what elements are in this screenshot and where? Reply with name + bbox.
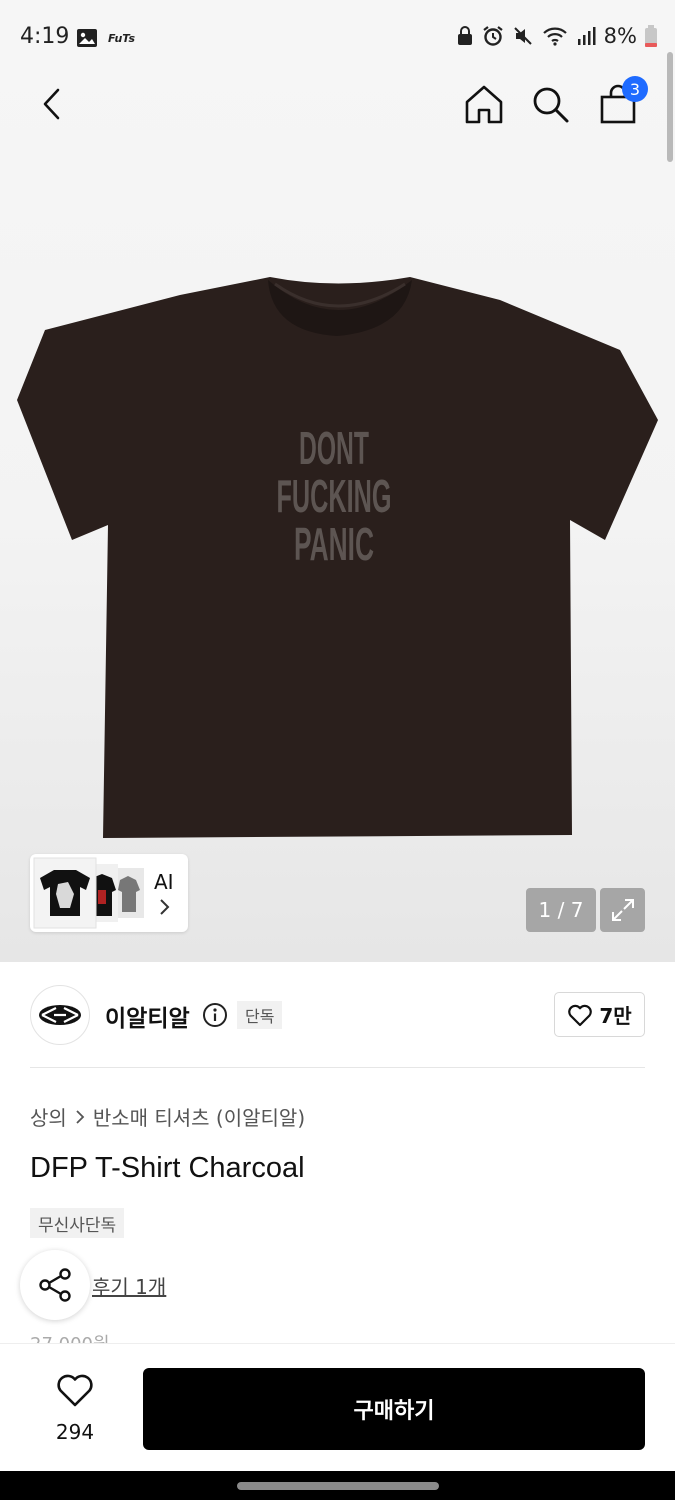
status-bar: 4:19 FuTs 8% (0, 0, 675, 78)
ai-label: AI (154, 870, 174, 894)
alarm-icon (483, 26, 503, 46)
back-button[interactable] (28, 78, 76, 130)
shirt-print-line-3: PANIC (294, 518, 374, 570)
brand-name[interactable]: 이알티알 (105, 999, 190, 1033)
bottom-purchase-bar: 294 구매하기 (0, 1343, 675, 1471)
search-button[interactable] (526, 78, 574, 130)
chevron-right-icon (76, 1109, 85, 1124)
brand-logo-mark (39, 1005, 81, 1025)
breadcrumb-category[interactable]: 상의 (30, 1102, 67, 1131)
breadcrumb-subcategory[interactable]: 반소매 티셔츠 (이알티알) (93, 1102, 305, 1131)
top-navigation: 3 (0, 76, 675, 134)
lock-icon (457, 26, 472, 45)
home-icon (465, 85, 503, 124)
chevron-right-icon (160, 899, 170, 915)
system-navigation-bar (0, 1471, 675, 1500)
heart-icon (57, 1374, 93, 1407)
app-notification-label: FuTs (108, 31, 136, 45)
mute-icon (513, 27, 532, 45)
brand-row: 이알티알 단독 7만 (30, 985, 645, 1045)
share-button[interactable] (20, 1250, 90, 1320)
exclusive-tag: 단독 (237, 1001, 283, 1029)
review-link[interactable]: 후기 1개 (92, 1271, 166, 1300)
product-main-image: DONT FUCKING PANIC (17, 277, 658, 838)
brand-like-button[interactable]: 7만 (554, 992, 645, 1037)
home-indicator[interactable] (237, 1482, 439, 1490)
gallery-notification-icon (77, 29, 97, 47)
scrollbar-thumb[interactable] (667, 52, 673, 162)
breadcrumb: 상의 반소매 티셔츠 (이알티알) (30, 1102, 305, 1131)
expand-image-button[interactable] (600, 888, 645, 932)
info-icon[interactable] (202, 1002, 228, 1028)
status-left-icons: FuTs (76, 28, 135, 48)
product-like-button[interactable]: 294 (40, 1370, 110, 1450)
product-like-count: 294 (55, 1420, 95, 1444)
image-counter: 1 / 7 (526, 888, 596, 932)
heart-icon (568, 1004, 593, 1026)
cart-button[interactable]: 3 (594, 76, 648, 130)
divider (30, 1067, 645, 1068)
shirt-print-line-2: FUCKING (277, 470, 392, 522)
search-icon (533, 87, 569, 123)
signal-icon (577, 27, 596, 45)
brand-logo[interactable] (30, 985, 90, 1045)
wifi-icon (542, 27, 567, 46)
battery-percent: 8% (603, 24, 637, 48)
brand-like-count: 7만 (599, 1004, 632, 1028)
product-image-gallery[interactable]: 4:19 FuTs 8% 3 DONT FUCKING PANIC AI 1 /… (0, 0, 675, 962)
status-time: 4:19 (20, 24, 70, 49)
status-right-icons: 8% (456, 24, 657, 48)
back-icon (43, 88, 60, 120)
ai-thumbnails (33, 857, 144, 929)
musinsa-exclusive-tag: 무신사단독 (30, 1208, 125, 1238)
cart-count-badge: 3 (622, 76, 648, 102)
home-button[interactable] (460, 78, 508, 130)
ai-recommendation-card[interactable]: AI (30, 854, 188, 932)
share-icon (39, 1268, 71, 1302)
shirt-print-line-1: DONT (299, 422, 369, 474)
expand-icon (611, 899, 634, 921)
buy-button[interactable]: 구매하기 (143, 1368, 645, 1450)
product-title: DFP T-Shirt Charcoal (30, 1152, 305, 1184)
battery-icon (645, 25, 657, 47)
